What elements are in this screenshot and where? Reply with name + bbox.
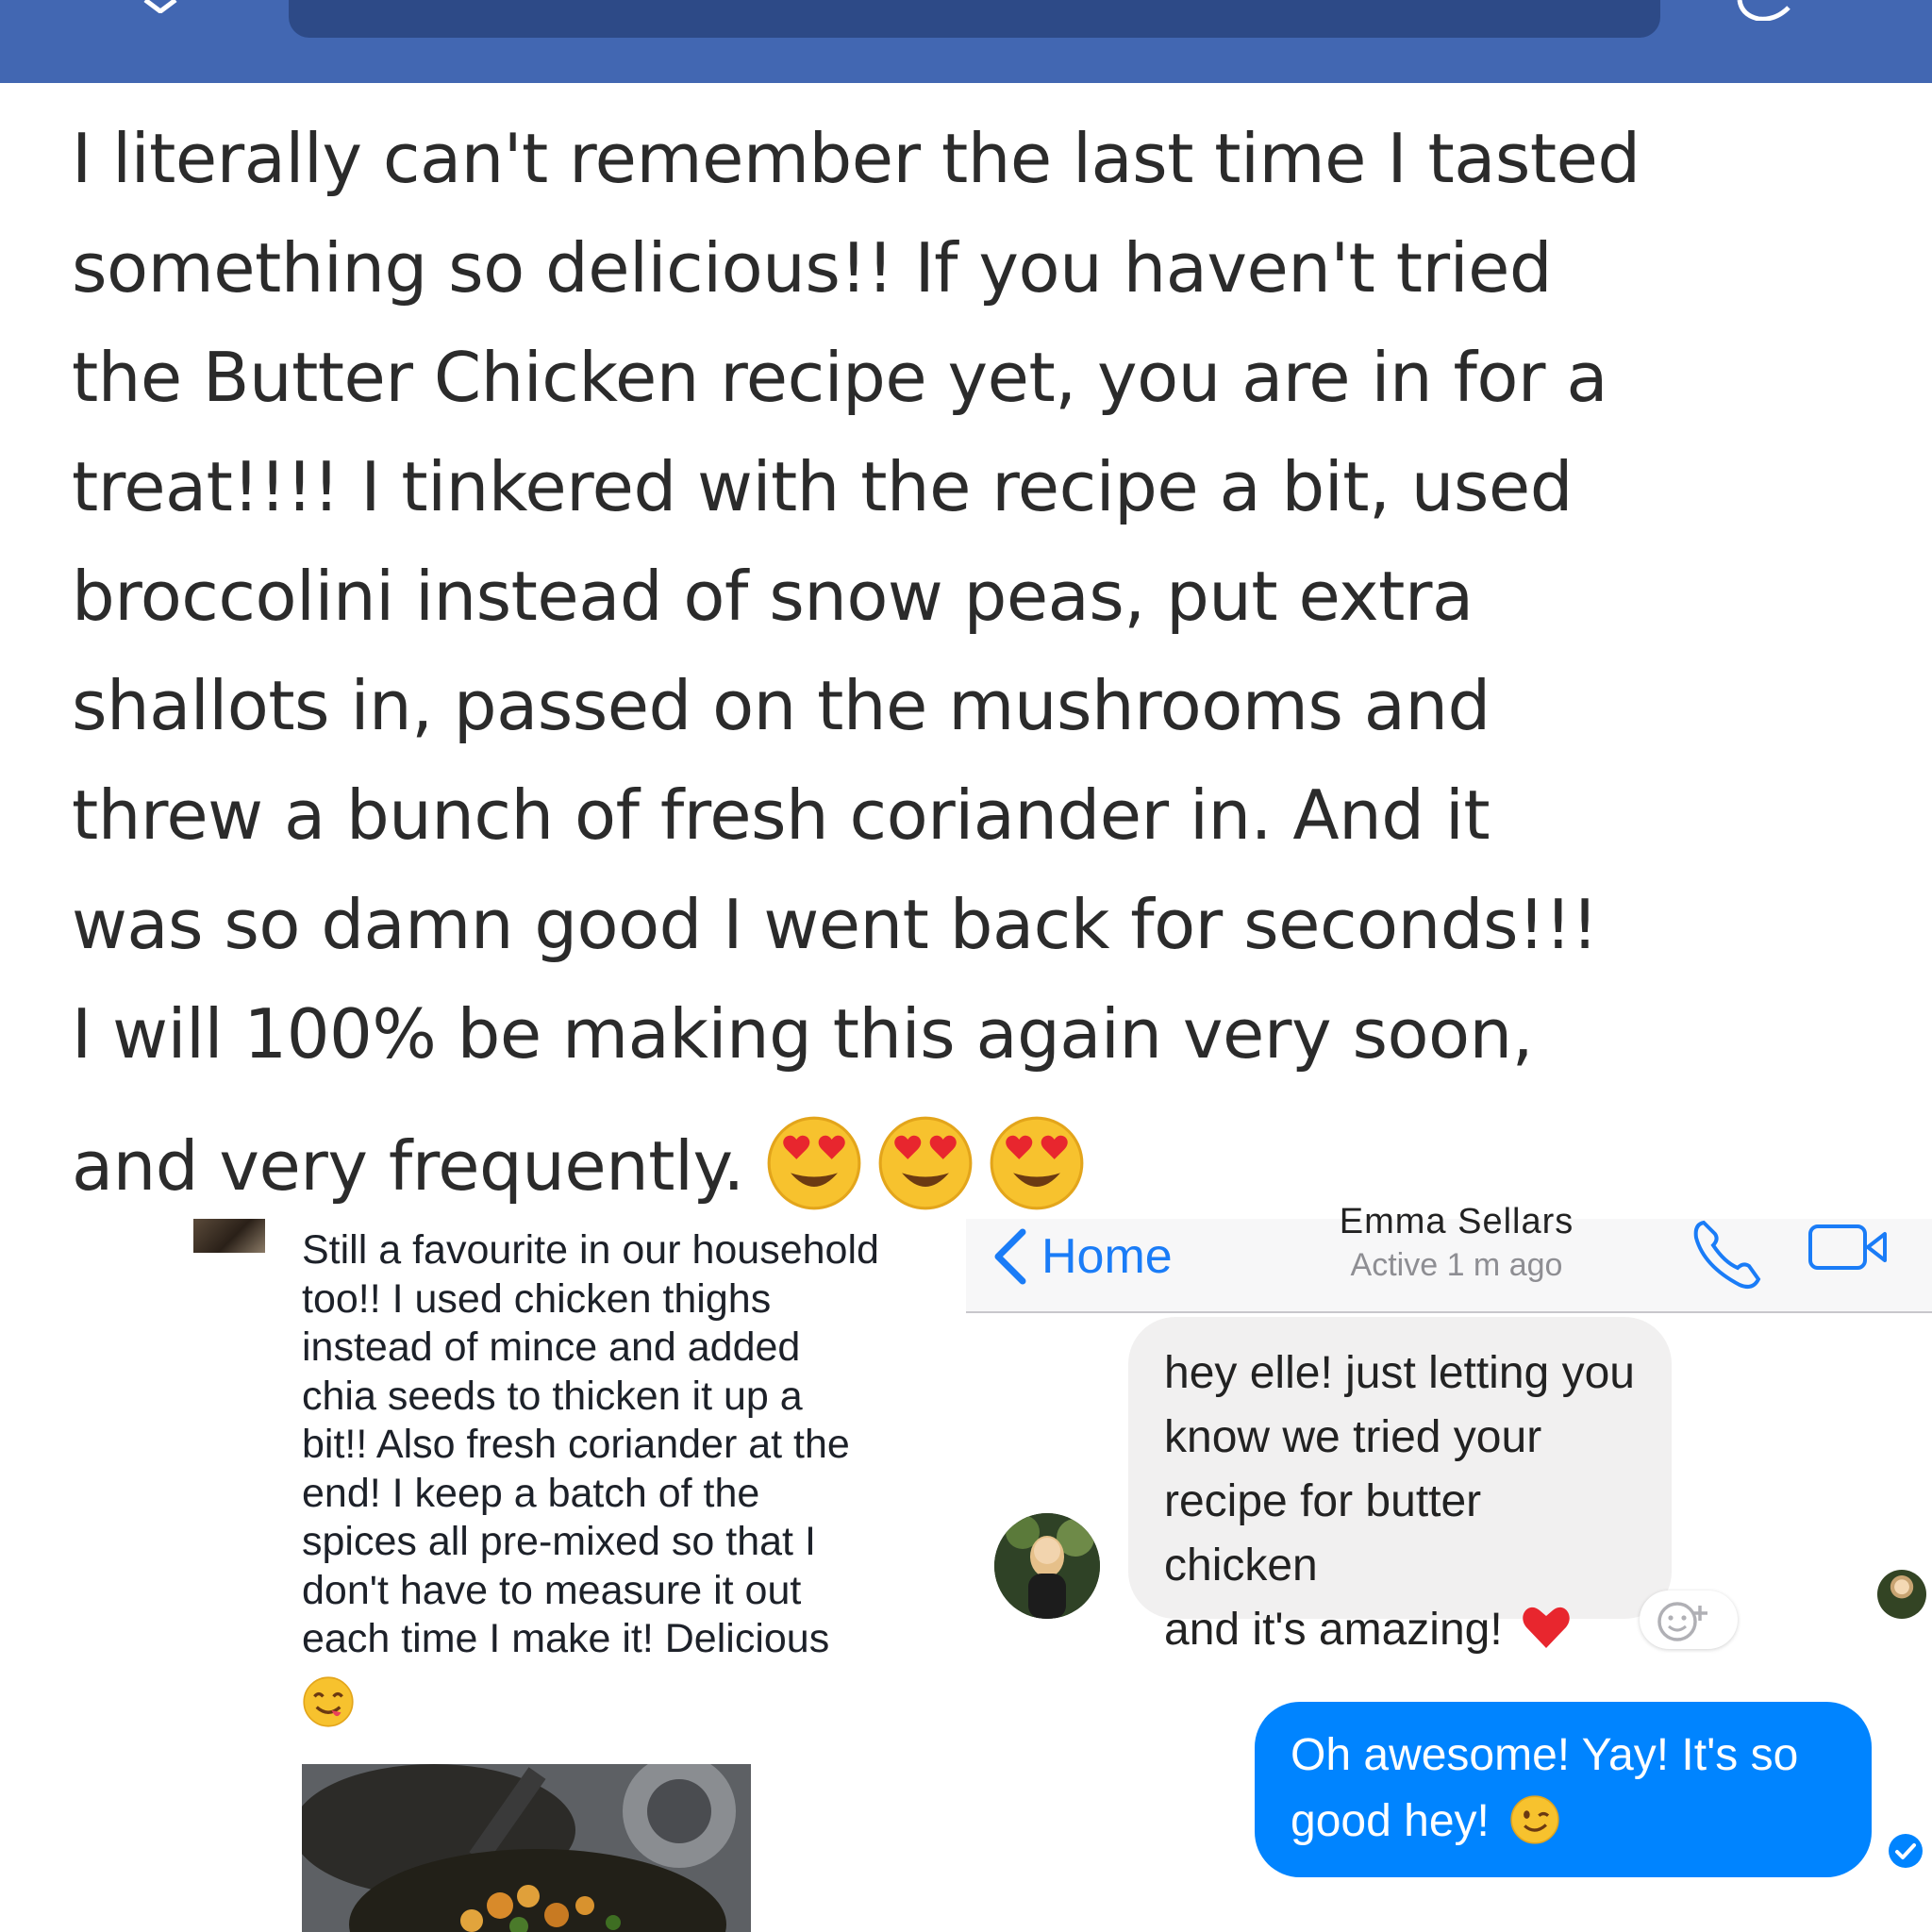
seen-by-avatar [1877,1570,1926,1619]
chevron-left-icon [994,1228,1026,1285]
post-line: shallots in, passed on the mushrooms and [72,666,1491,745]
message-line-with-emoji: and it's amazing! [1164,1598,1647,1662]
home-back-label: Home [1041,1229,1173,1284]
message-line: know we tried your [1164,1412,1542,1462]
search-input[interactable] [289,0,1660,38]
wink-emoji-icon [1510,1795,1559,1844]
post-line: treat!!!! I tinkered with the recipe a b… [72,447,1573,526]
add-reaction-button[interactable] [1640,1591,1738,1649]
message-line: Oh awesome! Yay! It's so [1291,1730,1799,1780]
message-line-with-emoji: good hey! [1291,1789,1847,1855]
delivered-check-icon [1889,1834,1923,1868]
post-line: the Butter Chicken recipe yet, you are i… [72,338,1608,417]
back-arrow-icon[interactable] [142,0,179,13]
incoming-message-bubble[interactable]: hey elle! just letting you know we tried… [1128,1317,1672,1655]
comment-body: Still a favourite in our household too!!… [302,1226,953,1664]
post-line: was so damn good I went back for seconds… [72,885,1599,964]
phone-call-icon[interactable] [1690,1217,1766,1292]
post-line: broccolini instead of snow peas, put ext… [72,557,1474,636]
post-line: something so delicious!! If you haven't … [72,228,1553,308]
comment-photo[interactable] [302,1764,751,1932]
post-line: and very frequently. [72,1126,744,1206]
message-line: good hey! [1291,1796,1490,1846]
contact-photo-icon [994,1513,1100,1619]
commenter-avatar[interactable] [193,1219,265,1253]
comment-line: spices all pre-mixed so that I [302,1519,816,1564]
heart-eyes-emoji-icon [878,1117,973,1210]
contact-avatar[interactable] [994,1513,1100,1619]
comment-line: chia seeds to thicken it up a [302,1373,803,1419]
comment-line: too!! I used chicken thighs [302,1275,772,1322]
comment-line: Still a favourite in our household [302,1227,879,1273]
comment-line: instead of mince and added [302,1324,801,1370]
messenger-icon[interactable] [1736,0,1792,21]
comment-line: bit!! Also fresh coriander at the [302,1422,850,1467]
outgoing-message-bubble[interactable]: Oh awesome! Yay! It's so good hey! [1255,1702,1872,1877]
messenger-header: Home Emma Sellars Active 1 m ago [966,1202,1932,1313]
message-line: recipe for butter chicken [1164,1476,1482,1591]
post-line: I literally can't remember the last time… [72,119,1641,198]
message-line: hey elle! just letting you [1164,1348,1635,1398]
review-post-text: I literally can't remember the last time… [72,104,1892,1221]
facebook-top-bar [0,0,1932,83]
comment-line: end! I keep a batch of the [302,1470,760,1516]
messenger-conversation: Home Emma Sellars Active 1 m ago hey ell… [966,1202,1932,1932]
contact-name[interactable]: Emma Sellars [1277,1202,1636,1234]
smiley-plus-icon [1657,1602,1707,1641]
post-line: I will 100% be making this again very so… [72,994,1534,1074]
yum-face-emoji-icon [303,1676,354,1727]
active-status: Active 1 m ago [1350,1247,1563,1283]
post-line: threw a bunch of fresh coriander in. And… [72,775,1491,855]
heart-eyes-emoji-icon [990,1117,1084,1210]
red-heart-emoji-icon [1523,1607,1570,1648]
comment-line: each time I make it! Delicious [302,1616,830,1661]
home-back-button[interactable]: Home [991,1226,1173,1287]
heart-eyes-emoji-icon [767,1117,861,1210]
message-line: and it's amazing! [1164,1605,1503,1655]
cooking-pan-photo-icon [302,1764,751,1932]
video-call-icon[interactable] [1807,1223,1889,1272]
comment-line: don't have to measure it out [302,1567,802,1613]
